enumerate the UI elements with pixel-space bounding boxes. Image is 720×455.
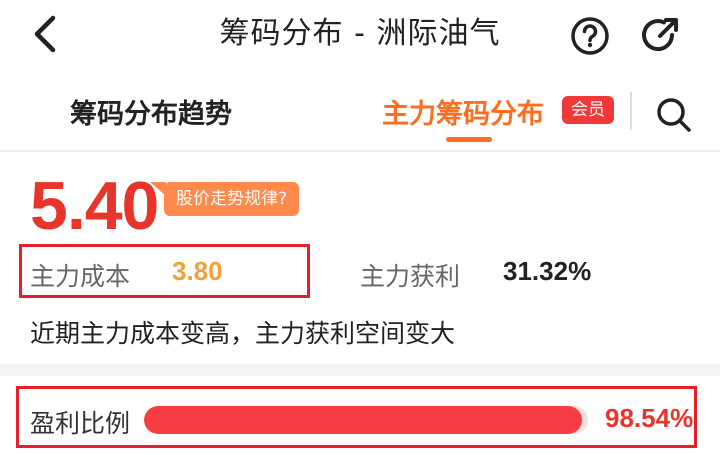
current-price: 5.40: [30, 168, 159, 244]
tab-chip-distribution-trend[interactable]: 筹码分布趋势: [70, 92, 232, 131]
header-bar: 筹码分布 - 洲际油气: [0, 0, 720, 70]
help-button[interactable]: [568, 14, 612, 58]
back-button[interactable]: [22, 12, 66, 56]
main-cost-label: 主力成本: [30, 262, 131, 291]
question-circle-icon: [571, 17, 609, 55]
tab-bar: 筹码分布趋势 主力筹码分布 会员: [0, 80, 720, 152]
tab-main-chip-distribution[interactable]: 主力筹码分布: [382, 92, 544, 131]
main-profit-value: 31.32%: [503, 256, 592, 286]
profit-ratio-bar-fill: [144, 406, 582, 434]
vip-badge: 会员: [562, 96, 614, 124]
profit-ratio-bar: [144, 406, 588, 434]
search-icon: [657, 98, 691, 132]
share-arrow-icon: [642, 18, 678, 52]
search-button[interactable]: [652, 92, 696, 136]
price-pattern-tooltip[interactable]: 股价走势规律?: [149, 182, 300, 216]
trend-description: 近期主力成本变高，主力获利空间变大: [30, 319, 456, 348]
divider: [630, 92, 632, 130]
page-title: 筹码分布 - 洲际油气: [219, 16, 501, 51]
profit-ratio-value: 98.54%: [605, 403, 694, 433]
profit-ratio-label: 盈利比例: [30, 409, 131, 438]
main-cost-value: 3.80: [172, 256, 223, 286]
chevron-left-icon: [34, 15, 56, 53]
section-divider: [0, 364, 720, 376]
main-profit-label: 主力获利: [360, 262, 461, 291]
active-tab-indicator: [446, 137, 492, 142]
share-button[interactable]: [638, 12, 684, 58]
